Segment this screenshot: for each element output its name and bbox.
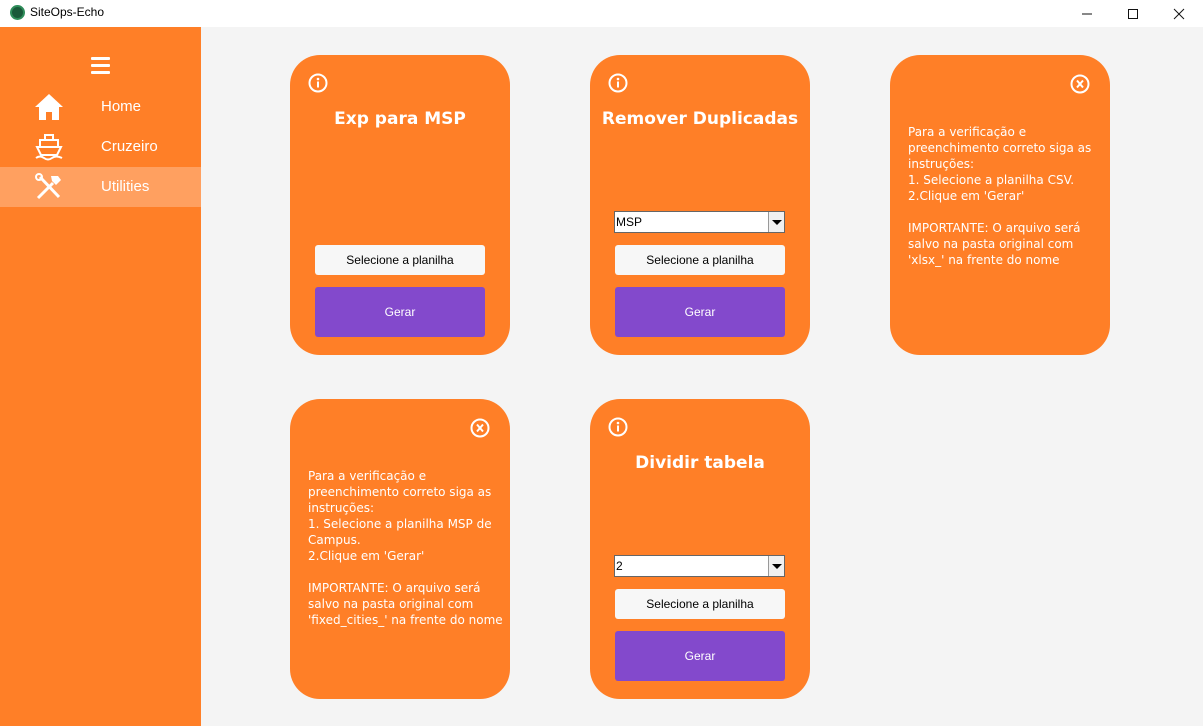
card-dividir-tabela: Dividir tabela 2 Selecione a planilha Ge… (590, 399, 810, 699)
sidebar-item-cruzeiro[interactable]: Cruzeiro (0, 127, 201, 167)
chevron-down-icon[interactable] (768, 212, 784, 232)
help-line: IMPORTANTE: O arquivo será (908, 221, 1081, 235)
maximize-icon (1128, 8, 1138, 19)
main-content: Exp para MSP Selecione a planilha Gerar … (201, 27, 1203, 726)
help-line: instruções: (908, 157, 975, 171)
help-line: 2.Clique em 'Gerar' (308, 549, 425, 563)
select-spreadsheet-button[interactable]: Selecione a planilha (615, 589, 785, 619)
info-icon[interactable] (608, 417, 628, 437)
window-title: SiteOps-Echo (30, 5, 105, 19)
sidebar-item-utilities[interactable]: Utilities (0, 167, 201, 207)
close-icon[interactable] (1070, 74, 1090, 94)
help-line: 1. Selecione a planilha CSV. (908, 173, 1075, 187)
help-line: preenchimento correto siga as (308, 485, 492, 499)
sidebar: Home Cruzeiro Utilities (0, 27, 201, 726)
dropdown-value: 2 (616, 559, 623, 573)
info-icon[interactable] (608, 73, 628, 93)
help-line: Campus. (308, 533, 361, 547)
help-line: 'fixed_cities_' na frente do nome (308, 613, 503, 627)
card-exp-msp: Exp para MSP Selecione a planilha Gerar (290, 55, 510, 355)
select-spreadsheet-button[interactable]: Selecione a planilha (315, 245, 485, 275)
help-line: preenchimento correto siga as (908, 141, 1092, 155)
card-title: Exp para MSP (334, 109, 466, 129)
close-icon (1173, 8, 1185, 19)
parts-dropdown[interactable]: 2 (614, 555, 785, 577)
minimize-button[interactable] (1064, 0, 1110, 27)
help-line: 1. Selecione a planilha MSP de (308, 517, 492, 531)
help-text: Para a verificação e preenchimento corre… (308, 468, 503, 628)
help-line: Para a verificação e (308, 469, 427, 483)
sidebar-item-label: Utilities (101, 178, 150, 195)
card-title: Dividir tabela (635, 453, 765, 473)
gerar-button[interactable]: Gerar (315, 287, 485, 337)
menu-icon[interactable] (91, 57, 111, 75)
help-line: IMPORTANTE: O arquivo será (308, 581, 481, 595)
tools-icon (35, 173, 61, 200)
info-icon[interactable] (308, 73, 328, 93)
gerar-button[interactable]: Gerar (615, 287, 785, 337)
chevron-down-icon[interactable] (768, 556, 784, 576)
sidebar-item-label: Home (101, 98, 142, 115)
gerar-button[interactable]: Gerar (615, 631, 785, 681)
card-help-csv: Para a verificação e preenchimento corre… (890, 55, 1110, 355)
home-icon (35, 94, 63, 120)
dropdown-value: MSP (616, 215, 643, 229)
card-remover-duplicadas: Remover Duplicadas MSP Selecione a plani… (590, 55, 810, 355)
help-line: 2.Clique em 'Gerar' (908, 189, 1025, 203)
help-line: instruções: (308, 501, 375, 515)
help-line: salvo na pasta original com (908, 237, 1074, 251)
help-line: 'xlsx_' na frente do nome (908, 253, 1060, 267)
maximize-button[interactable] (1110, 0, 1156, 27)
select-spreadsheet-button[interactable]: Selecione a planilha (615, 245, 785, 275)
sidebar-item-label: Cruzeiro (101, 138, 158, 155)
card-title: Remover Duplicadas (601, 109, 799, 129)
title-bar: SiteOps-Echo (0, 0, 1203, 27)
app-icon (10, 5, 25, 20)
sidebar-item-home[interactable]: Home (0, 87, 201, 127)
help-line: salvo na pasta original com (308, 597, 474, 611)
help-line: Para a verificação e (908, 125, 1027, 139)
ship-icon (35, 134, 63, 161)
card-help-msp: Para a verificação e preenchimento corre… (290, 399, 510, 699)
help-text: Para a verificação e preenchimento corre… (908, 124, 1103, 268)
close-window-button[interactable] (1156, 0, 1202, 27)
type-dropdown[interactable]: MSP (614, 211, 785, 233)
minimize-icon (1082, 13, 1092, 14)
close-icon[interactable] (470, 418, 490, 438)
